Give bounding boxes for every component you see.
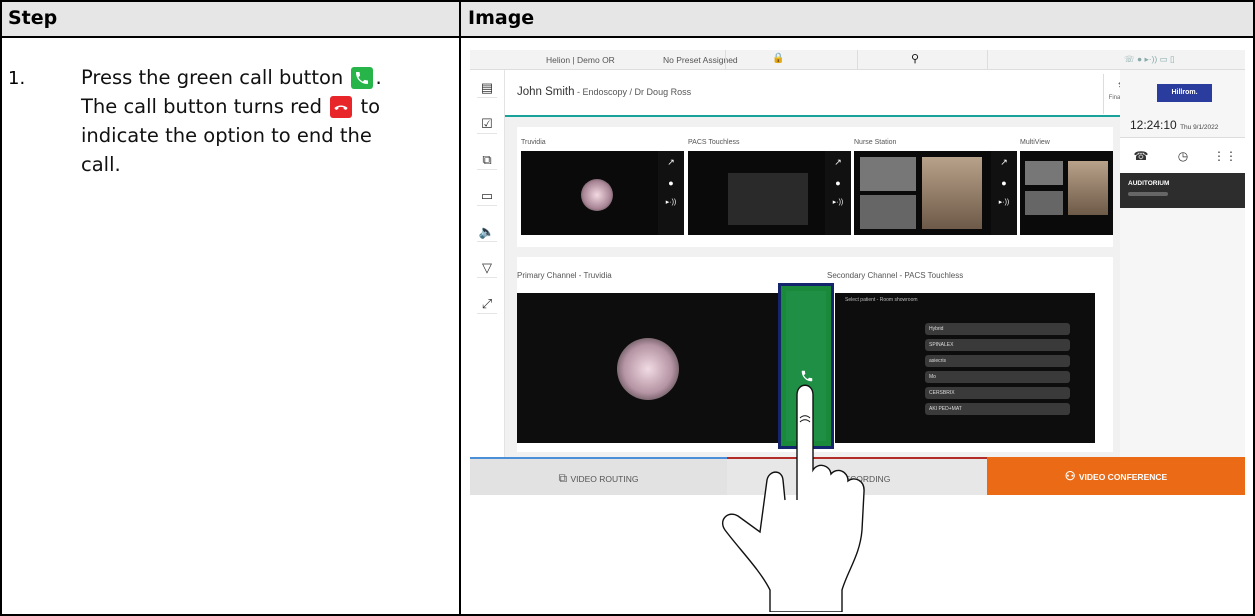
step-line-2-end: to: [360, 95, 381, 118]
step-number: 1.: [8, 68, 26, 89]
step-line-1-text: Press the green call button: [81, 66, 344, 89]
step-line-4: call.: [81, 153, 121, 176]
green-call-icon: [351, 67, 374, 89]
step-line-2-text: The call button turns red: [81, 95, 323, 118]
column-divider: [459, 2, 461, 616]
ui-screenshot: Helion | Demo OR No Preset Assigned 🔒 ⚲ …: [470, 50, 1245, 612]
red-end-call-icon: [330, 96, 353, 118]
step-line-3: indicate the option to end the: [81, 124, 372, 147]
table-header-row: Step Image: [2, 2, 1253, 38]
step-line-1: Press the green call button .: [81, 63, 382, 92]
header-step: Step: [8, 7, 58, 29]
header-image: Image: [468, 7, 535, 29]
step-line-1-end: .: [375, 66, 382, 89]
pointing-hand-icon: [721, 384, 865, 612]
step-line-2: The call button turns red to: [81, 92, 380, 121]
